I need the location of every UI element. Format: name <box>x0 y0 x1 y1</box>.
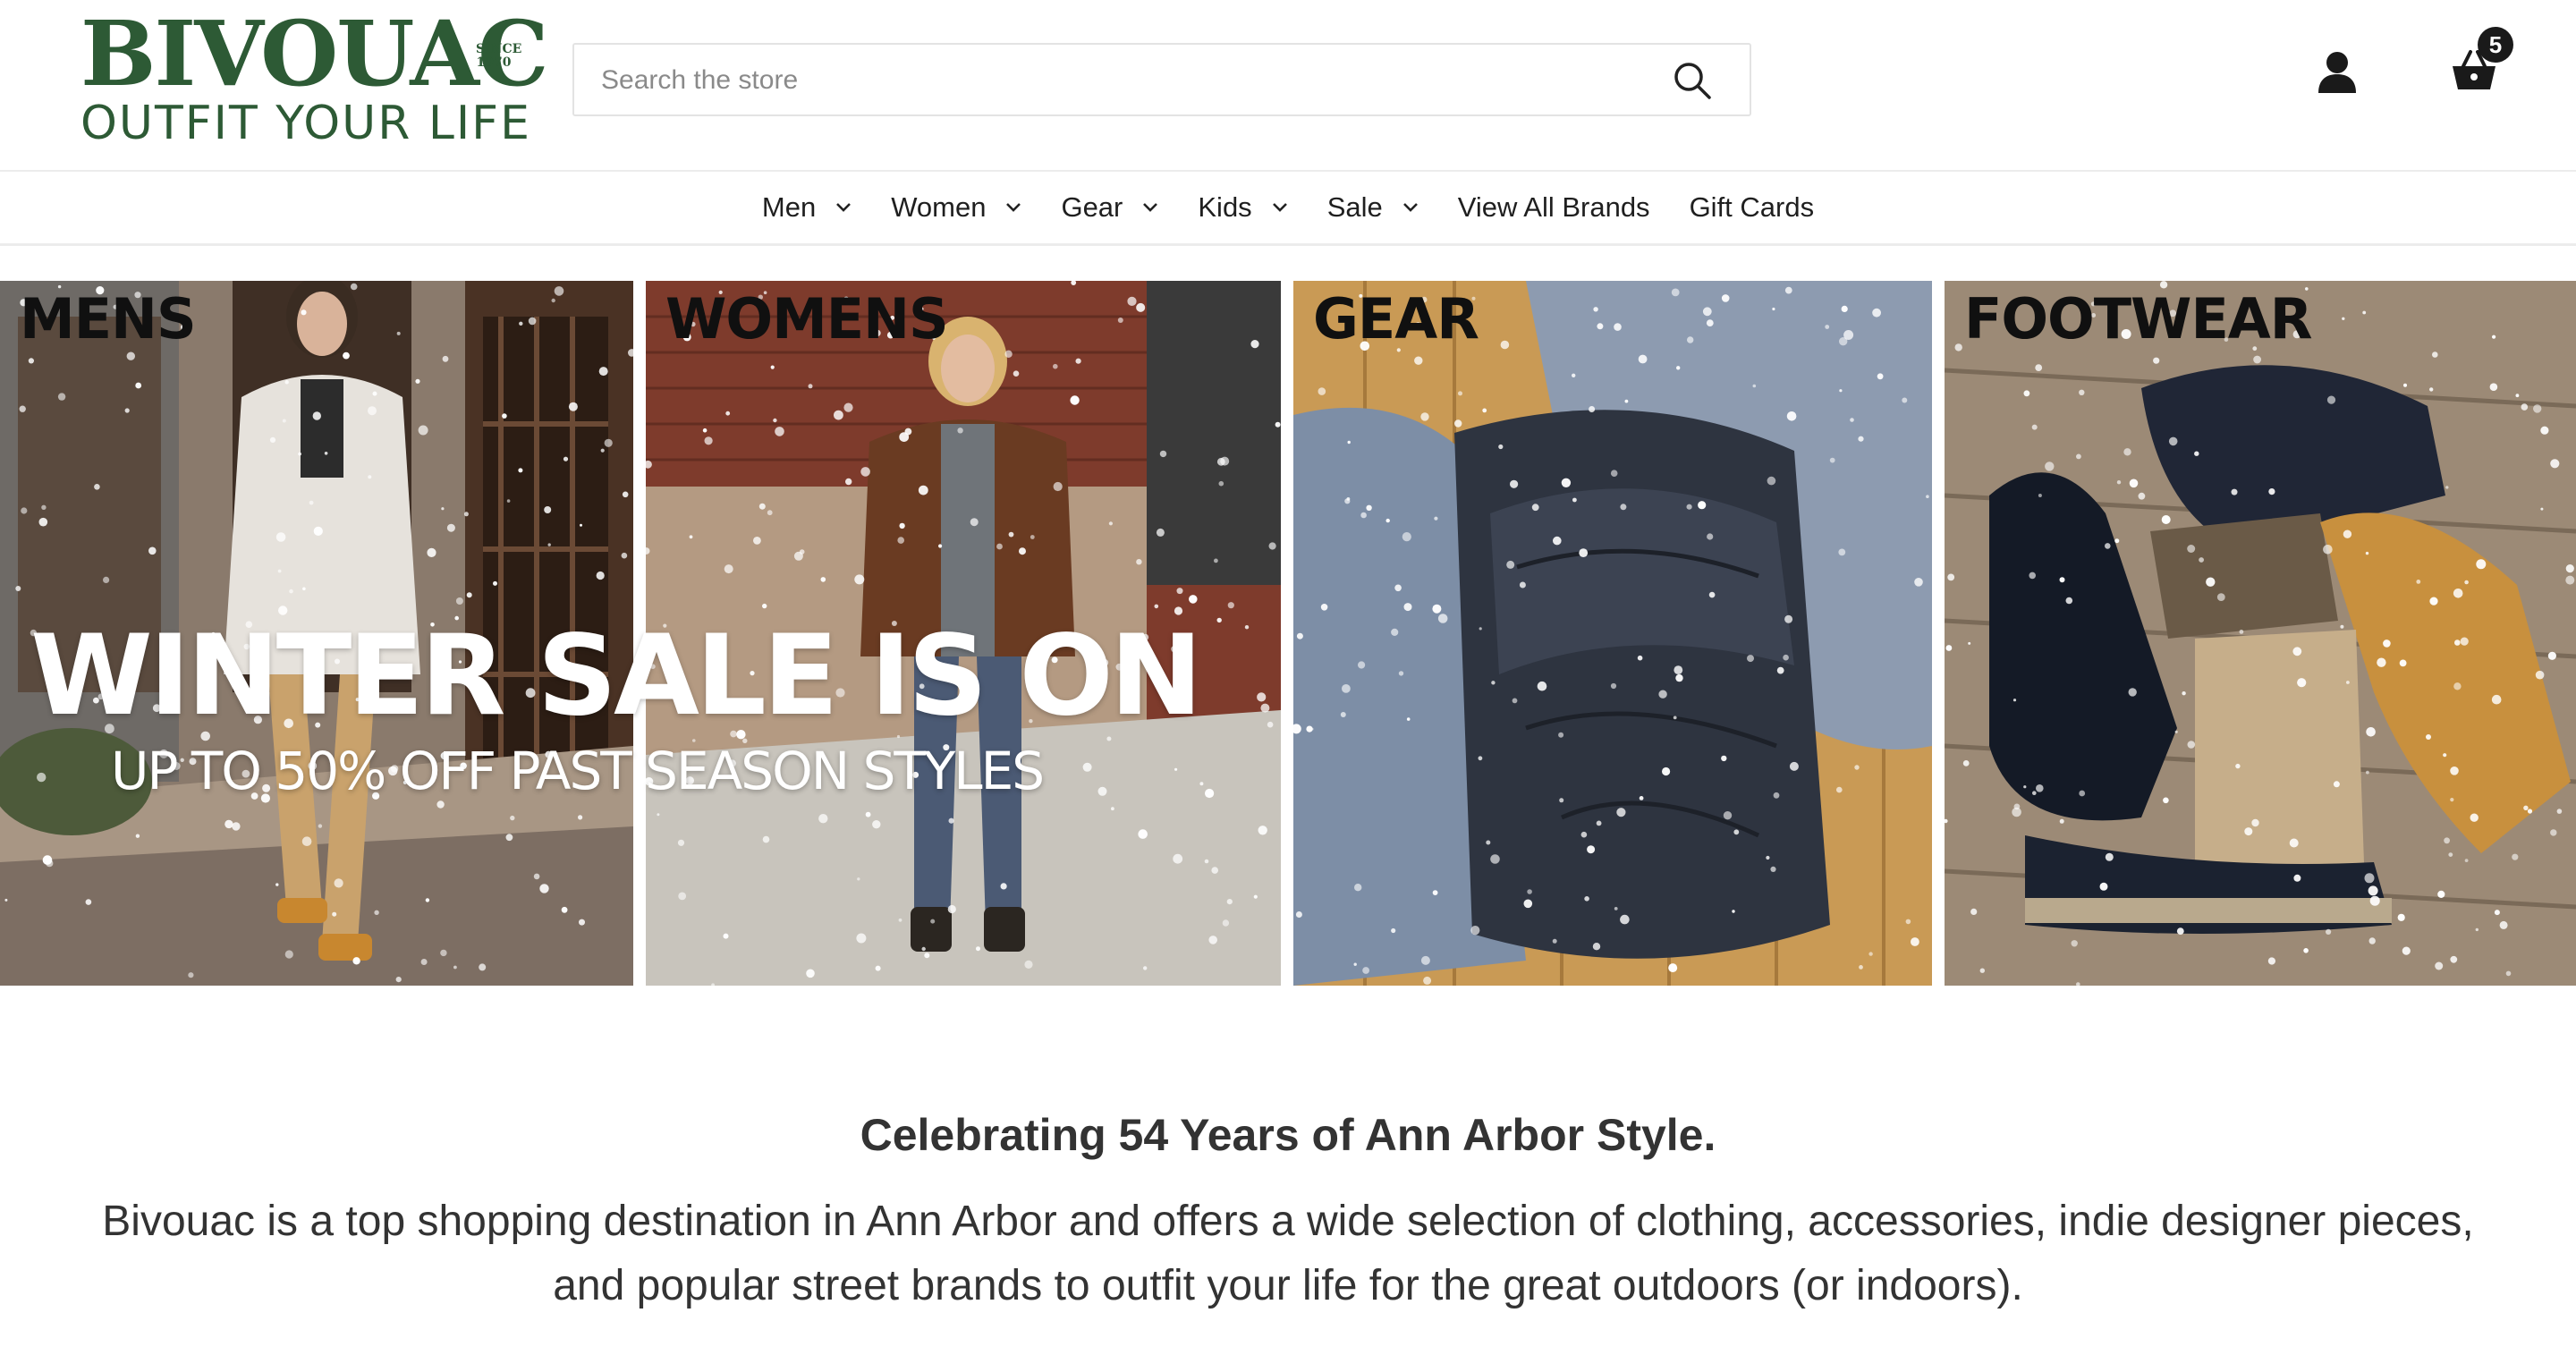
about-heading: Celebrating 54 Years of Ann Arbor Style. <box>860 1110 1716 1160</box>
chevron-down-icon <box>1143 203 1158 212</box>
nav-item-gift-cards[interactable]: Gift Cards <box>1690 191 1815 224</box>
category-tile-footwear[interactable]: FOOTWEAR <box>1945 281 2576 986</box>
chevron-down-icon <box>1006 203 1021 212</box>
hero-headline: WINTER SALE IS ON <box>30 612 1203 741</box>
search-bar <box>572 43 1751 116</box>
nav-item-label: Kids <box>1198 191 1252 223</box>
hero-subheadline: UP TO 50% OFF PAST SEASON STYLES <box>111 741 1045 801</box>
main-nav: Men Women Gear Kids Sale View All Brands… <box>0 172 2576 246</box>
search-input[interactable] <box>599 45 1658 116</box>
nav-item-men[interactable]: Men <box>762 191 852 224</box>
nav-item-label: Sale <box>1326 191 1383 223</box>
nav-item-gear[interactable]: Gear <box>1061 191 1158 224</box>
category-tile-gear[interactable]: GEAR <box>1293 281 1932 986</box>
logo-since: SINCE 1970 <box>476 42 522 70</box>
chevron-down-icon <box>1402 203 1418 212</box>
about-description: Bivouac is a top shopping destination in… <box>102 1198 2474 1309</box>
tile-label-mens: MENS <box>20 286 197 351</box>
nav-item-label: View All Brands <box>1457 191 1650 223</box>
nav-item-label: Gear <box>1061 191 1123 223</box>
gear-photo <box>1293 281 1932 986</box>
tile-label-gear: GEAR <box>1313 286 1479 351</box>
nav-item-view-all-brands[interactable]: View All Brands <box>1458 191 1650 224</box>
bivouac-logo[interactable]: BIVOUAC SINCE 1970 OUTFIT YOUR LIFE <box>80 9 549 148</box>
hero-banner[interactable]: MENS WOMENS GEAR FOOTWEAR WINTER SALE IS… <box>0 281 2576 986</box>
footwear-photo <box>1945 281 2576 986</box>
logo-tagline: OUTFIT YOUR LIFE <box>80 97 531 150</box>
nav-item-label: Women <box>891 191 987 223</box>
user-account-icon[interactable] <box>2317 50 2358 93</box>
nav-item-kids[interactable]: Kids <box>1198 191 1287 224</box>
chevron-down-icon <box>836 203 852 212</box>
nav-item-label: Gift Cards <box>1689 191 1815 223</box>
nav-item-women[interactable]: Women <box>891 191 1021 224</box>
tile-label-footwear: FOOTWEAR <box>1964 286 2313 351</box>
chevron-down-icon <box>1272 203 1287 212</box>
cart-count-badge[interactable]: 5 <box>2478 27 2513 63</box>
site-header: BIVOUAC SINCE 1970 OUTFIT YOUR LIFE 5 <box>0 0 2576 172</box>
search-icon[interactable] <box>1673 61 1712 100</box>
tile-label-womens: WOMENS <box>665 286 949 351</box>
nav-item-sale[interactable]: Sale <box>1327 191 1419 224</box>
nav-item-label: Men <box>761 191 817 223</box>
